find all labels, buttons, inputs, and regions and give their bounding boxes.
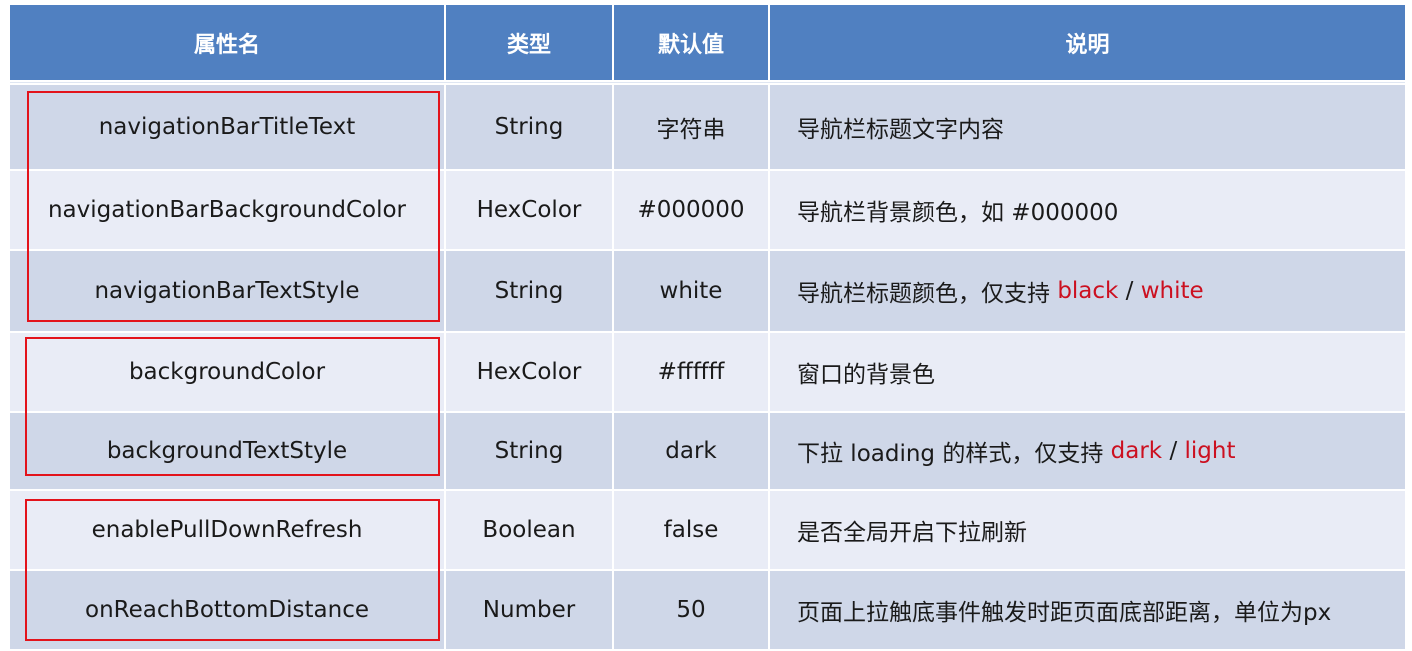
highlighted-option: black xyxy=(1057,278,1119,304)
property-name-cell: backgroundColor xyxy=(10,333,446,413)
properties-table: 属性名 类型 默认值 说明 navigationBarTitleText Str… xyxy=(10,5,1405,651)
table-row: navigationBarBackgroundColor HexColor #0… xyxy=(10,171,1405,251)
highlighted-option: light xyxy=(1184,438,1236,464)
table-row: navigationBarTextStyle String white 导航栏标… xyxy=(10,251,1405,333)
default-value-cell: 字符串 xyxy=(614,85,770,171)
header-property-name: 属性名 xyxy=(10,5,446,82)
type-cell: String xyxy=(446,413,614,491)
table-row: onReachBottomDistance Number 50 页面上拉触底事件… xyxy=(10,571,1405,651)
table-row: enablePullDownRefresh Boolean false 是否全局… xyxy=(10,491,1405,571)
type-cell: Boolean xyxy=(446,491,614,571)
property-name-cell: navigationBarBackgroundColor xyxy=(10,171,446,251)
default-value-cell: #ffffff xyxy=(614,333,770,413)
header-type: 类型 xyxy=(446,5,614,82)
description-cell: 导航栏标题文字内容 xyxy=(770,85,1405,171)
default-value-cell: dark xyxy=(614,413,770,491)
description-text: 是否全局开启下拉刷新 xyxy=(797,520,1027,546)
description-text: 下拉 loading 的样式，仅支持 xyxy=(797,441,1111,467)
table-header-row: 属性名 类型 默认值 说明 xyxy=(10,5,1405,83)
type-cell: HexColor xyxy=(446,333,614,413)
type-cell: String xyxy=(446,251,614,333)
description-cell: 是否全局开启下拉刷新 xyxy=(770,491,1405,571)
highlighted-option: white xyxy=(1140,278,1204,304)
type-cell: String xyxy=(446,85,614,171)
default-value-cell: white xyxy=(614,251,770,333)
description-text: 页面上拉触底事件触发时距页面底部距离，单位为px xyxy=(797,600,1332,626)
property-name-cell: navigationBarTextStyle xyxy=(10,251,446,333)
property-name-cell: onReachBottomDistance xyxy=(10,571,446,651)
property-name-cell: navigationBarTitleText xyxy=(10,85,446,171)
table-row: backgroundTextStyle String dark 下拉 loadi… xyxy=(10,413,1405,491)
table-row: backgroundColor HexColor #ffffff 窗口的背景色 xyxy=(10,333,1405,413)
property-name-cell: enablePullDownRefresh xyxy=(10,491,446,571)
description-text: 导航栏背景颜色，如 #000000 xyxy=(797,200,1119,226)
description-text: 窗口的背景色 xyxy=(797,362,935,388)
default-value-cell: false xyxy=(614,491,770,571)
highlighted-option: dark xyxy=(1110,438,1163,464)
header-default-value: 默认值 xyxy=(614,5,770,82)
header-description: 说明 xyxy=(770,5,1405,82)
description-cell: 页面上拉触底事件触发时距页面底部距离，单位为px xyxy=(770,571,1405,651)
description-text: 导航栏标题颜色，仅支持 xyxy=(797,281,1058,307)
description-text: 导航栏标题文字内容 xyxy=(797,117,1004,143)
description-cell: 导航栏标题颜色，仅支持 black / white xyxy=(770,251,1405,333)
option-separator: / xyxy=(1162,438,1185,464)
table-row: navigationBarTitleText String 字符串 导航栏标题文… xyxy=(10,83,1405,171)
type-cell: Number xyxy=(446,571,614,651)
description-cell: 窗口的背景色 xyxy=(770,333,1405,413)
default-value-cell: 50 xyxy=(614,571,770,651)
option-separator: / xyxy=(1118,278,1141,304)
description-cell: 下拉 loading 的样式，仅支持 dark / light xyxy=(770,413,1405,491)
default-value-cell: #000000 xyxy=(614,171,770,251)
description-cell: 导航栏背景颜色，如 #000000 xyxy=(770,171,1405,251)
type-cell: HexColor xyxy=(446,171,614,251)
property-name-cell: backgroundTextStyle xyxy=(10,413,446,491)
